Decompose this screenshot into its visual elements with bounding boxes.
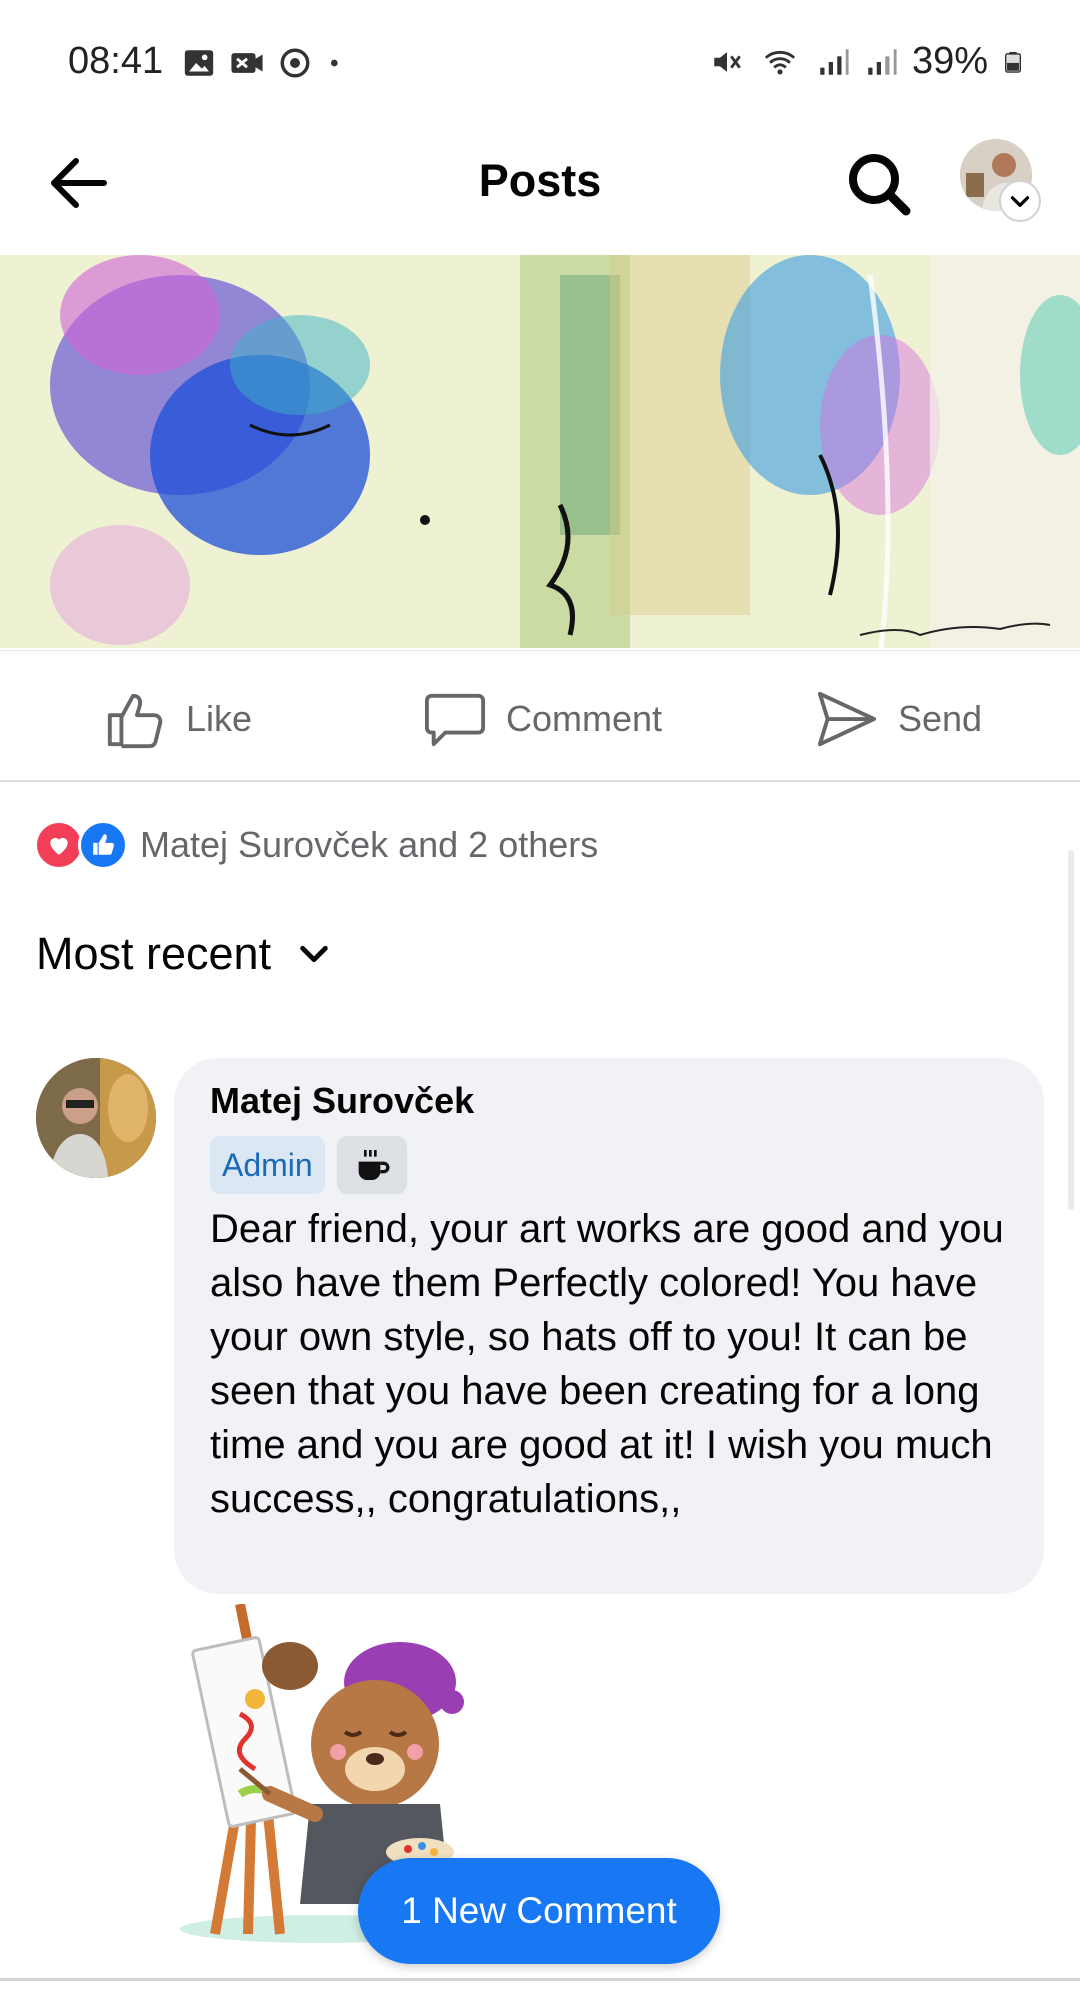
like-button[interactable]: Like [104, 687, 252, 751]
post-action-bar: Like Comment Send [0, 650, 1080, 782]
divider [0, 1978, 1080, 1981]
page-title: Posts [478, 155, 602, 206]
coffee-badge[interactable] [336, 1136, 407, 1194]
app-header: Posts [0, 125, 1080, 255]
author-badges: Admin [210, 1136, 1008, 1194]
system-icons: 39% [710, 40, 1024, 83]
artwork-image [0, 255, 1080, 648]
reactions-summary[interactable]: Matej Surovček and 2 others [34, 818, 598, 872]
chevron-down-icon [300, 945, 328, 963]
sync-icon [280, 48, 310, 78]
search-button[interactable] [838, 143, 918, 223]
commenter-avatar[interactable] [36, 1058, 156, 1178]
comment-text: Dear friend, your art works are good and… [210, 1207, 1004, 1521]
battery-icon [1004, 51, 1022, 73]
sort-label: Most recent [36, 928, 272, 979]
profile-menu-button[interactable] [999, 180, 1041, 222]
send-button[interactable]: Send [816, 687, 982, 751]
signal-icon [868, 48, 897, 75]
comment-button[interactable]: Comment [424, 687, 662, 751]
battery-percent: 39% [911, 40, 988, 82]
mute-icon [714, 51, 741, 72]
comment-author[interactable]: Matej Surovček [210, 1080, 1008, 1122]
gallery-icon [184, 50, 214, 76]
avatar-image [36, 1058, 156, 1178]
reactions-text: Matej Surovček and 2 others [140, 824, 599, 865]
comment-bubble[interactable]: Matej Surovček Admin Dear friend, your a… [174, 1058, 1044, 1594]
signal-icon [820, 48, 849, 75]
send-label: Send [898, 698, 983, 739]
thumbs-up-icon [107, 693, 163, 749]
notification-icons [182, 46, 346, 80]
scrollbar[interactable] [1068, 850, 1074, 1210]
send-icon [817, 691, 877, 747]
like-label: Like [186, 698, 253, 739]
post-image[interactable] [0, 255, 1080, 648]
speech-bubble-icon [424, 693, 486, 747]
like-reaction-icon [78, 820, 128, 870]
status-bar: 08:41 39% [0, 0, 1080, 125]
comment-label: Comment [506, 698, 663, 739]
new-comment-button[interactable]: 1 New Comment [358, 1858, 720, 1964]
love-reaction-icon [34, 820, 84, 870]
media-icon [231, 53, 263, 73]
admin-badge[interactable]: Admin [210, 1136, 325, 1194]
status-time: 08:41 [68, 40, 164, 82]
wifi-icon [764, 50, 796, 74]
comment-sort-dropdown[interactable]: Most recent [36, 928, 331, 980]
search-icon [849, 154, 911, 216]
coffee-cup-icon [358, 1150, 390, 1180]
chevron-down-icon [1010, 196, 1030, 207]
dot-icon [331, 59, 338, 67]
